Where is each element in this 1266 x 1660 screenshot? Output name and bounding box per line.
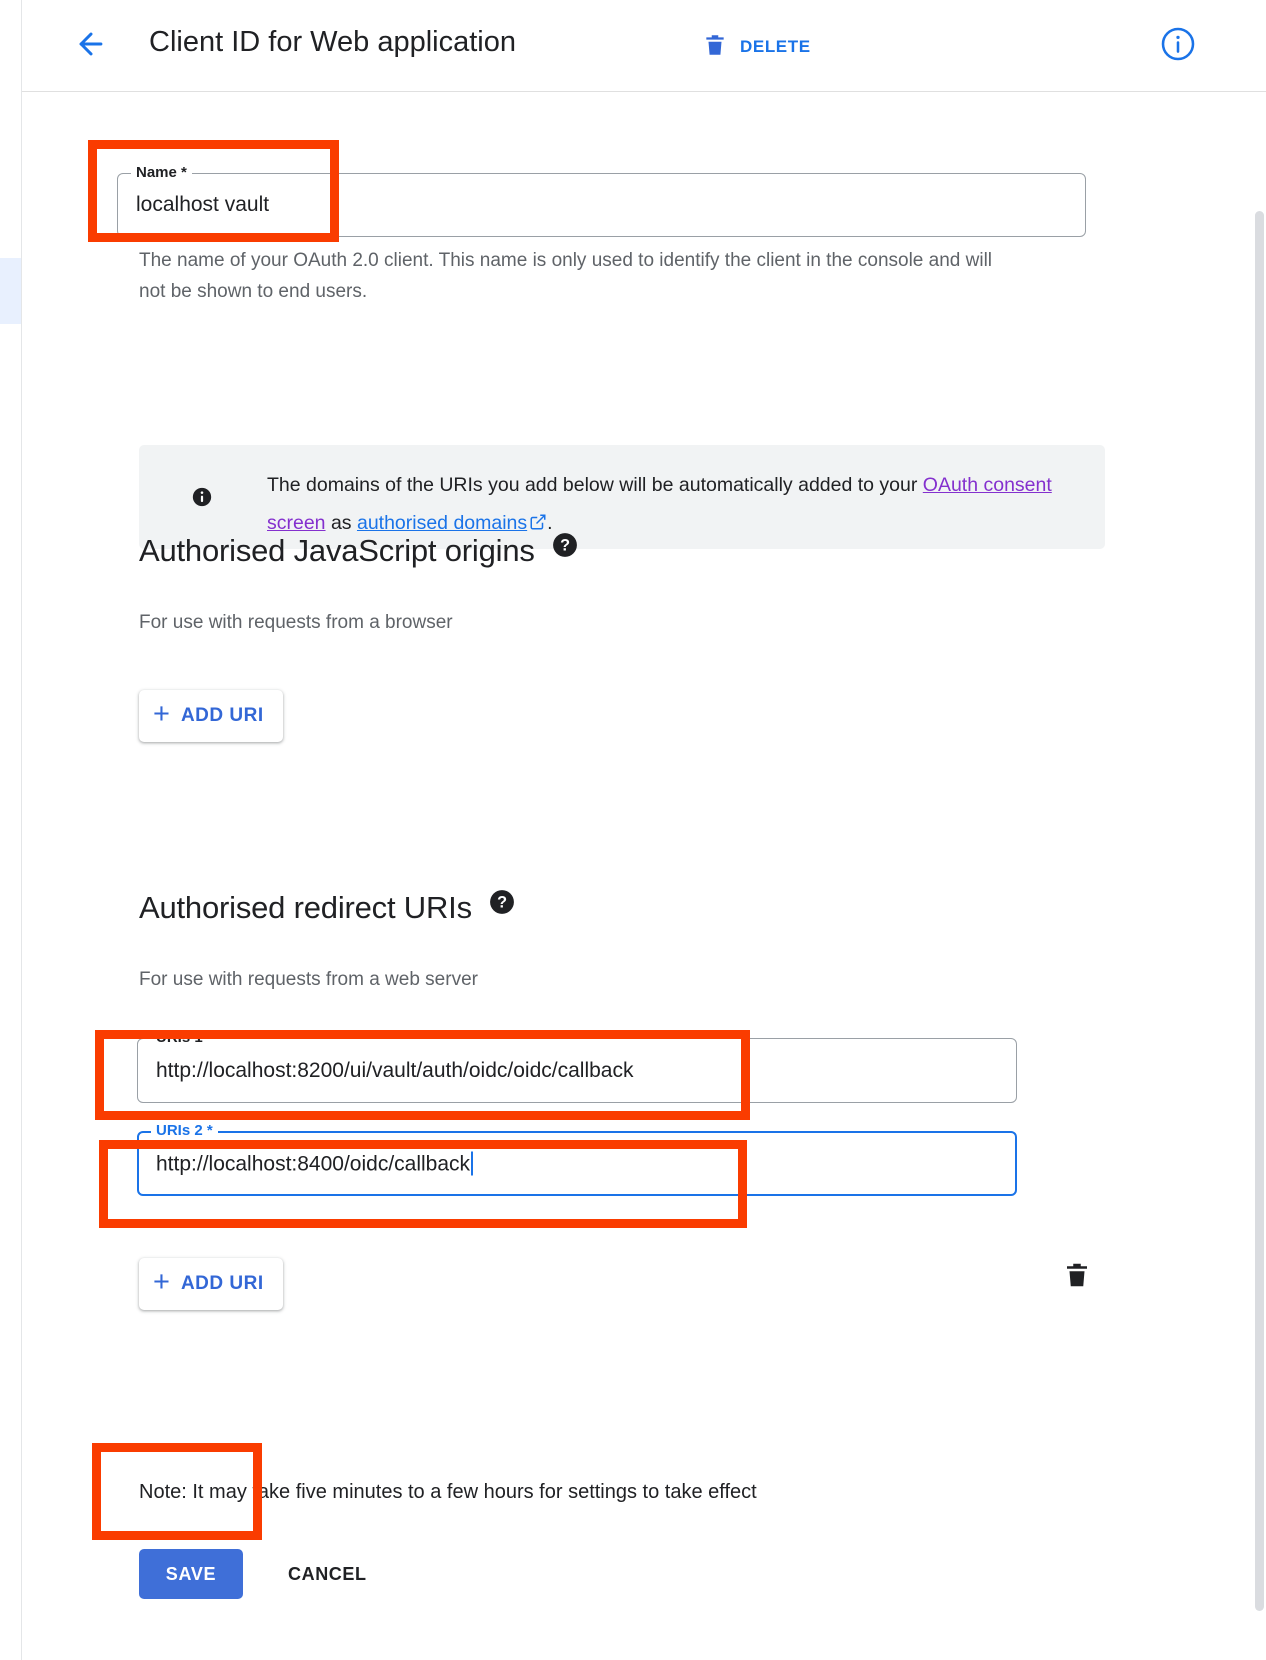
redirect-uri-field-2-label: URIs 2 *	[151, 1121, 218, 1141]
page-content: Name * localhost vault The name of your …	[22, 93, 1244, 1660]
name-field-label: Name *	[131, 163, 192, 183]
add-uri-button-js-origins[interactable]: + ADD URI	[139, 690, 283, 742]
svg-text:?: ?	[560, 537, 570, 555]
scrollbar-thumb[interactable]	[1255, 211, 1264, 1611]
redirect-uri-field-2[interactable]: URIs 2 * http://localhost:8400/oidc/call…	[137, 1121, 1017, 1196]
js-origins-heading: Authorised JavaScript origins?	[139, 530, 578, 569]
redirect-uri-field-2-value: http://localhost:8400/oidc/callback	[156, 1151, 474, 1176]
svg-text:?: ?	[497, 894, 507, 912]
trash-icon	[702, 31, 728, 64]
redirect-uri-field-1-value: http://localhost:8200/ui/vault/auth/oidc…	[156, 1058, 634, 1082]
page-title: Client ID for Web application	[149, 26, 516, 58]
back-button[interactable]	[67, 22, 115, 70]
redirect-uri-field-1[interactable]: URIs 1 * http://localhost:8200/ui/vault/…	[137, 1028, 1017, 1103]
delete-redirect-uri-2-button[interactable]	[1062, 1259, 1098, 1299]
left-nav-rail	[0, 0, 22, 1660]
add-uri-label: ADD URI	[180, 1273, 264, 1294]
help-circle-icon[interactable]: ?	[489, 887, 515, 923]
help-circle-icon[interactable]: ?	[552, 530, 578, 566]
info-button[interactable]	[1158, 26, 1198, 66]
vertical-scrollbar[interactable]	[1250, 93, 1266, 1660]
name-field-value: localhost vault	[136, 193, 270, 216]
add-uri-label: ADD URI	[180, 705, 264, 726]
delete-button[interactable]: DELETE	[694, 25, 819, 69]
trash-icon	[1062, 1263, 1092, 1295]
cancel-button[interactable]: CANCEL	[270, 1549, 385, 1599]
arrow-left-icon	[74, 27, 108, 66]
js-origins-subtitle: For use with requests from a browser	[139, 612, 453, 633]
save-button[interactable]: SAVE	[139, 1549, 243, 1599]
info-circle-icon	[1160, 26, 1196, 67]
redirect-uris-subtitle: For use with requests from a web server	[139, 969, 478, 990]
settings-delay-note: Note: It may take five minutes to a few …	[139, 1481, 757, 1503]
delete-label: DELETE	[740, 37, 811, 56]
text-cursor	[471, 1151, 474, 1175]
info-filled-icon	[191, 486, 213, 508]
add-uri-button-redirect-uris[interactable]: + ADD URI	[139, 1258, 283, 1310]
left-rail-active-indicator	[0, 258, 21, 324]
redirect-uri-field-1-label: URIs 1 *	[151, 1028, 218, 1048]
plus-icon: +	[153, 698, 170, 730]
name-field-helper-text: The name of your OAuth 2.0 client. This …	[139, 250, 993, 302]
redirect-uris-heading: Authorised redirect URIs?	[139, 887, 515, 926]
oauth-client-edit-page: Client ID for Web application DELETE Nam…	[0, 0, 1266, 1660]
plus-icon: +	[153, 1266, 170, 1298]
banner-text-part1: The domains of the URIs you add below wi…	[267, 474, 923, 496]
name-field[interactable]: Name * localhost vault	[117, 163, 1086, 237]
page-header: Client ID for Web application DELETE	[22, 0, 1266, 92]
redirect-uri-field-2-text: http://localhost:8400/oidc/callback	[156, 1152, 471, 1175]
js-origins-heading-text: Authorised JavaScript origins	[139, 533, 535, 568]
redirect-uris-heading-text: Authorised redirect URIs	[139, 890, 472, 925]
